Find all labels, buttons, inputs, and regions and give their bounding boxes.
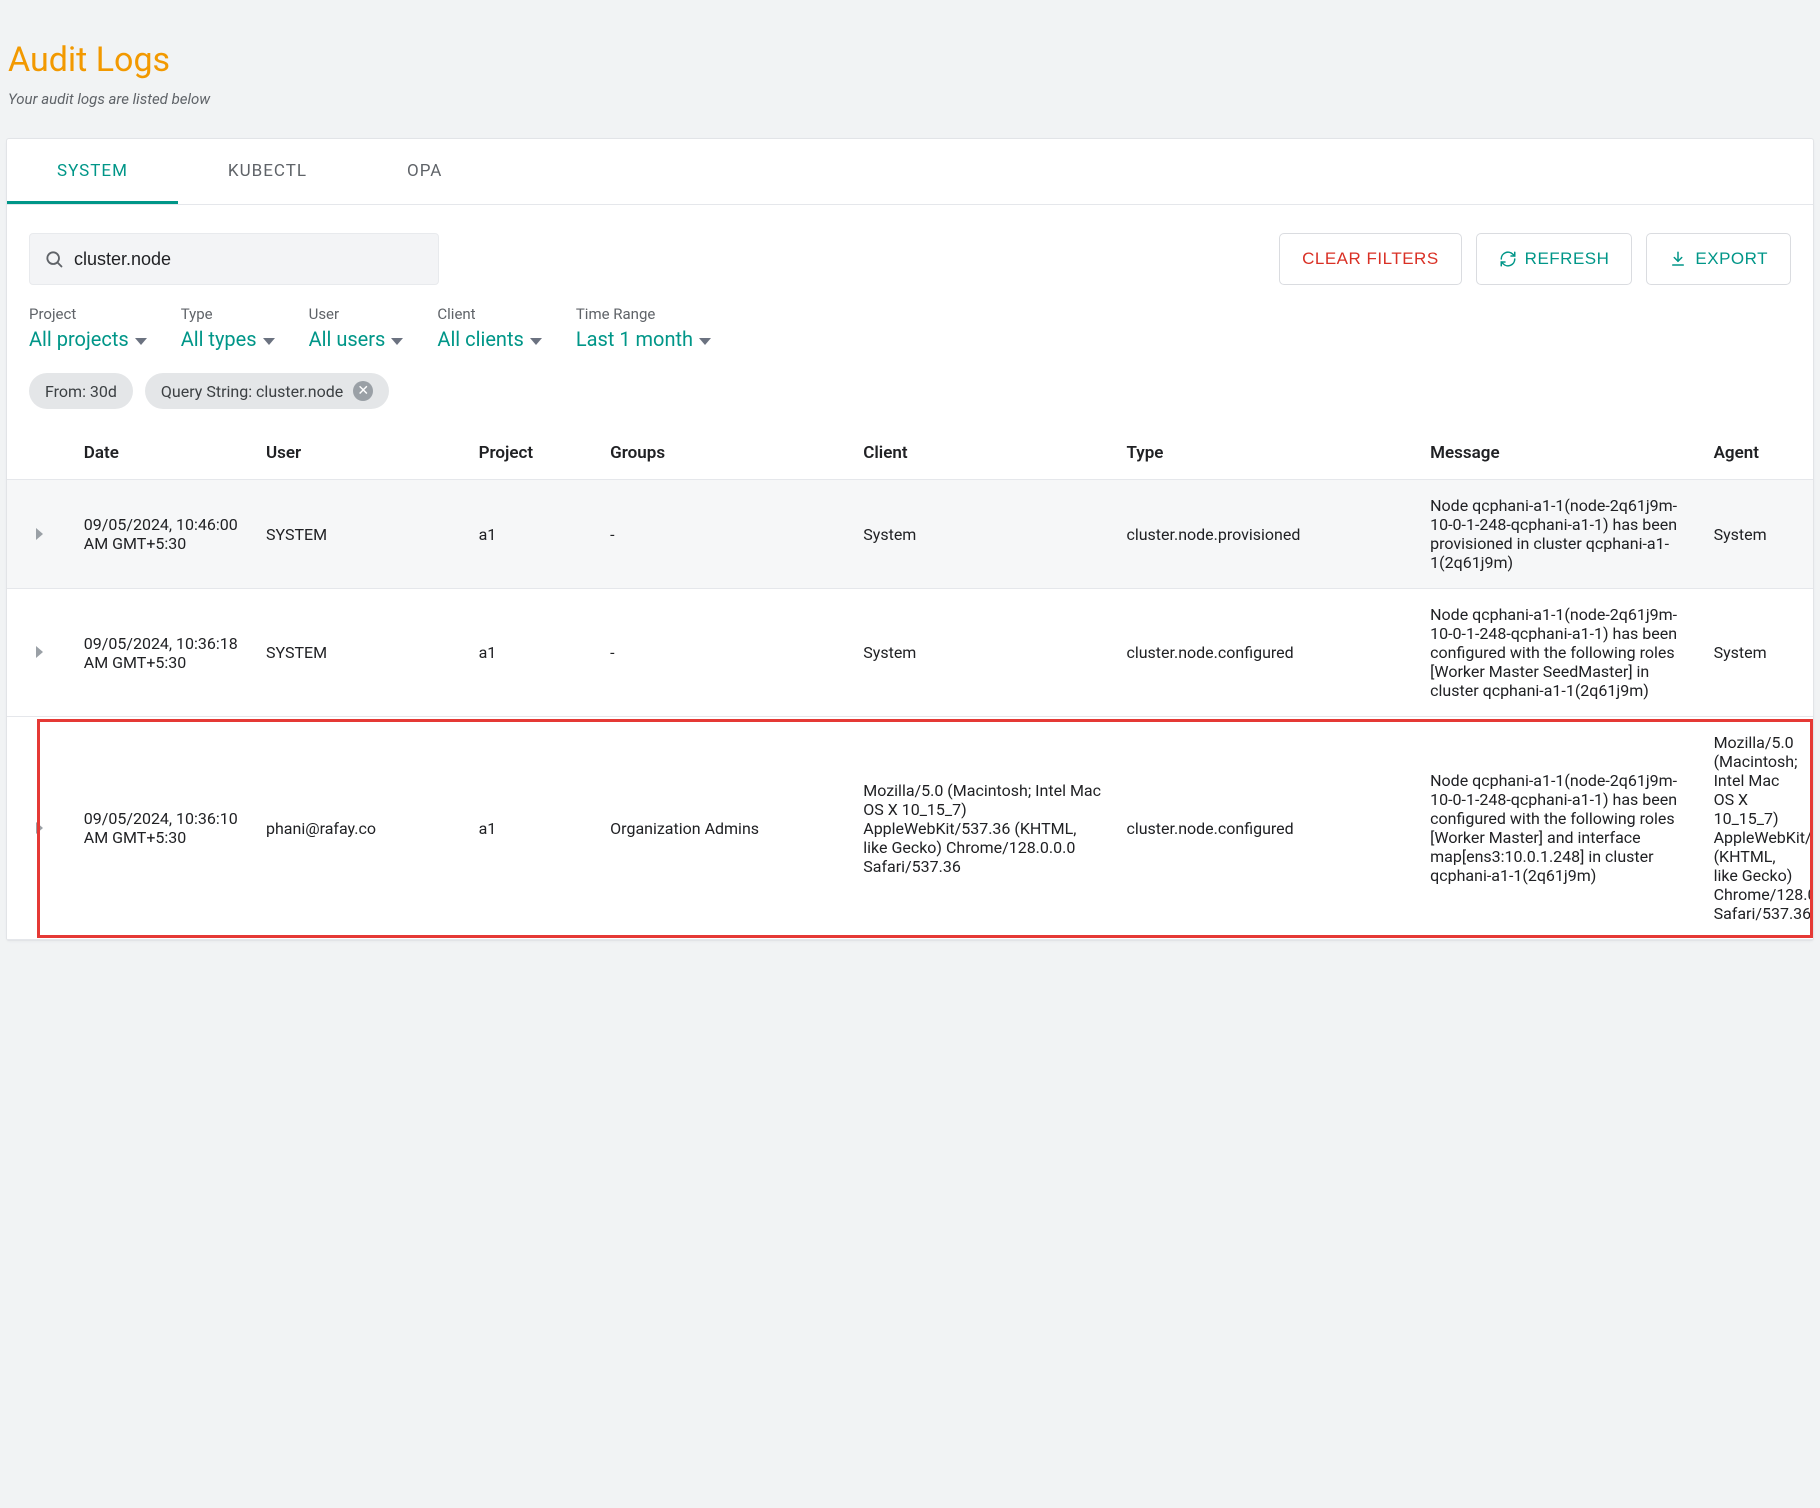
filter-user-value: All users: [309, 327, 386, 351]
tab-kubectl[interactable]: KUBECTL: [178, 139, 357, 204]
filter-project-label: Project: [29, 305, 147, 323]
cell-type: cluster.node.configured: [1114, 589, 1418, 717]
page-title: Audit Logs: [8, 40, 1814, 80]
cell-user: SYSTEM: [254, 589, 467, 717]
col-groups[interactable]: Groups: [598, 427, 851, 480]
cell-project: a1: [467, 589, 599, 717]
cell-project: a1: [467, 480, 599, 589]
cell-message: Node qcphani-a1-1(node-2q61j9m-10-0-1-24…: [1418, 717, 1701, 940]
filter-time-value: Last 1 month: [576, 327, 693, 351]
tabs: SYSTEM KUBECTL OPA: [7, 139, 1813, 205]
search-box[interactable]: [29, 233, 439, 285]
download-icon: [1669, 250, 1687, 268]
refresh-button[interactable]: REFRESH: [1476, 233, 1633, 285]
toolbar: CLEAR FILTERS REFRESH EXPORT: [7, 205, 1813, 299]
col-client[interactable]: Client: [851, 427, 1114, 480]
search-input[interactable]: [74, 249, 424, 270]
filter-project[interactable]: All projects: [29, 327, 147, 351]
cell-client: System: [851, 589, 1114, 717]
cell-message: Node qcphani-a1-1(node-2q61j9m-10-0-1-24…: [1418, 589, 1701, 717]
chip-from[interactable]: From: 30d: [29, 373, 133, 409]
chevron-down-icon: [263, 338, 275, 345]
filter-project-value: All projects: [29, 327, 129, 351]
cell-client: Mozilla/5.0 (Macintosh; Intel Mac OS X 1…: [851, 717, 1114, 940]
cell-user: SYSTEM: [254, 480, 467, 589]
filter-type-label: Type: [181, 305, 275, 323]
cell-user: phani@rafay.co: [254, 717, 467, 940]
export-label: EXPORT: [1695, 249, 1768, 269]
refresh-label: REFRESH: [1525, 249, 1610, 269]
search-icon: [44, 249, 64, 269]
table-row[interactable]: 09/05/2024, 10:36:18 AM GMT+5:30SYSTEMa1…: [7, 589, 1813, 717]
filter-client-value: All clients: [437, 327, 523, 351]
chip-query-string-label: Query String: cluster.node: [161, 382, 343, 401]
cell-date: 09/05/2024, 10:46:00 AM GMT+5:30: [72, 480, 254, 589]
col-type[interactable]: Type: [1114, 427, 1418, 480]
cell-agent: System: [1702, 480, 1813, 589]
col-user[interactable]: User: [254, 427, 467, 480]
table-wrap: Date User Project Groups Client Type Mes…: [7, 427, 1813, 940]
filter-type[interactable]: All types: [181, 327, 275, 351]
cell-agent: Mozilla/5.0 (Macintosh; Intel Mac OS X 1…: [1702, 717, 1813, 940]
chevron-down-icon: [391, 338, 403, 345]
expand-row-toggle[interactable]: [7, 480, 72, 589]
cell-project: a1: [467, 717, 599, 940]
refresh-icon: [1499, 250, 1517, 268]
filter-time-label: Time Range: [576, 305, 711, 323]
chevron-down-icon: [530, 338, 542, 345]
chevron-right-icon: [36, 646, 43, 658]
export-button[interactable]: EXPORT: [1646, 233, 1791, 285]
chevron-right-icon: [36, 822, 43, 834]
chevron-down-icon: [699, 338, 711, 345]
filters-row: Project All projects Type All types User…: [7, 299, 1813, 365]
audit-table: Date User Project Groups Client Type Mes…: [7, 427, 1813, 940]
tab-system[interactable]: SYSTEM: [7, 139, 178, 204]
audit-logs-card: SYSTEM KUBECTL OPA CLEAR FILTERS: [6, 138, 1814, 941]
filter-user[interactable]: All users: [309, 327, 404, 351]
filter-client[interactable]: All clients: [437, 327, 541, 351]
expand-row-toggle[interactable]: [7, 717, 72, 940]
col-date[interactable]: Date: [72, 427, 254, 480]
active-filter-chips: From: 30d Query String: cluster.node ✕: [7, 365, 1813, 427]
filter-client-label: Client: [437, 305, 541, 323]
table-header-row: Date User Project Groups Client Type Mes…: [7, 427, 1813, 480]
table-row[interactable]: 09/05/2024, 10:46:00 AM GMT+5:30SYSTEMa1…: [7, 480, 1813, 589]
filter-user-label: User: [309, 305, 404, 323]
cell-agent: System: [1702, 589, 1813, 717]
col-message[interactable]: Message: [1418, 427, 1701, 480]
cell-type: cluster.node.configured: [1114, 717, 1418, 940]
page-subtitle: Your audit logs are listed below: [8, 90, 1814, 108]
chevron-down-icon: [135, 338, 147, 345]
cell-groups: -: [598, 480, 851, 589]
cell-groups: -: [598, 589, 851, 717]
cell-date: 09/05/2024, 10:36:10 AM GMT+5:30: [72, 717, 254, 940]
clear-filters-button[interactable]: CLEAR FILTERS: [1279, 233, 1462, 285]
table-row[interactable]: 09/05/2024, 10:36:10 AM GMT+5:30phani@ra…: [7, 717, 1813, 940]
chip-from-label: From: 30d: [45, 382, 117, 401]
col-project[interactable]: Project: [467, 427, 599, 480]
close-icon[interactable]: ✕: [353, 381, 373, 401]
chevron-right-icon: [36, 528, 43, 540]
chip-query-string[interactable]: Query String: cluster.node ✕: [145, 373, 389, 409]
cell-groups: Organization Admins: [598, 717, 851, 940]
expand-row-toggle[interactable]: [7, 589, 72, 717]
tab-opa[interactable]: OPA: [357, 139, 492, 204]
col-agent[interactable]: Agent: [1702, 427, 1813, 480]
filter-type-value: All types: [181, 327, 257, 351]
cell-type: cluster.node.provisioned: [1114, 480, 1418, 589]
cell-date: 09/05/2024, 10:36:18 AM GMT+5:30: [72, 589, 254, 717]
cell-client: System: [851, 480, 1114, 589]
cell-message: Node qcphani-a1-1(node-2q61j9m-10-0-1-24…: [1418, 480, 1701, 589]
clear-filters-label: CLEAR FILTERS: [1302, 249, 1439, 269]
filter-time-range[interactable]: Last 1 month: [576, 327, 711, 351]
